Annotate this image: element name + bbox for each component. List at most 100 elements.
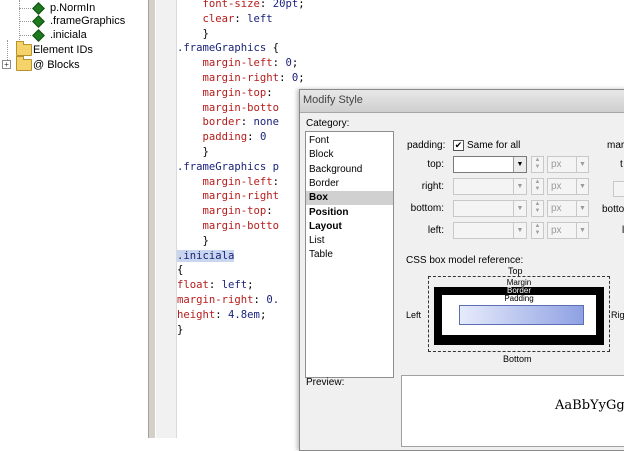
style-rule-icon xyxy=(32,15,45,28)
style-rule-icon xyxy=(32,29,45,42)
padding-top-spinner-icon[interactable]: ▲ ▼ xyxy=(531,156,544,173)
dropdown-arrow-icon[interactable]: ▼ xyxy=(576,157,588,172)
box-model-right-label: Rig xyxy=(611,310,624,320)
code-token: : xyxy=(208,279,222,292)
code-line[interactable]: border: none xyxy=(177,115,280,130)
code-line[interactable]: margin-left: xyxy=(177,175,280,190)
code-line[interactable]: font-size: 20pt; xyxy=(177,0,305,12)
category-item-list[interactable]: List xyxy=(306,234,393,248)
category-item-box[interactable]: Box xyxy=(306,191,393,206)
code-line[interactable]: margin-top: xyxy=(177,86,273,101)
code-token: font-size xyxy=(177,0,260,10)
preview-label: Preview: xyxy=(306,377,345,388)
code-token: ; xyxy=(291,57,299,70)
padding-top-input[interactable]: ▼ xyxy=(453,156,527,173)
code-token: { xyxy=(266,42,280,55)
padding-right-spinner-icon[interactable]: ▲ ▼ xyxy=(531,178,544,195)
code-token: : xyxy=(266,205,273,218)
box-model-margin-area: Margin Border Padding xyxy=(428,276,610,352)
checkmark-icon: ✔ xyxy=(454,140,463,150)
padding-right-label: right: xyxy=(421,181,444,192)
code-token: left xyxy=(247,12,273,25)
code-line[interactable]: padding: 0 xyxy=(177,130,267,145)
code-token: height xyxy=(177,308,216,321)
dropdown-arrow-icon[interactable]: ▼ xyxy=(513,157,526,172)
dropdown-arrow-icon[interactable]: ▼ xyxy=(576,201,588,216)
margin-label: marg xyxy=(607,140,624,151)
category-item-background[interactable]: Background xyxy=(306,163,393,177)
code-token: : xyxy=(215,308,229,321)
code-line[interactable]: margin-left: 0; xyxy=(177,56,299,71)
code-token: : xyxy=(247,131,260,144)
tree-item-label: .iniciala xyxy=(50,29,87,41)
padding-left-unit-select[interactable]: px ▼ xyxy=(547,222,589,239)
box-model-reference-label: CSS box model reference: xyxy=(406,255,524,266)
category-item-table[interactable]: Table xyxy=(306,248,393,262)
tree-item-blocks[interactable]: + @ Blocks xyxy=(0,56,148,73)
code-token: : xyxy=(240,116,254,129)
category-item-border[interactable]: Border xyxy=(306,177,393,191)
dialog-title: Modify Style xyxy=(303,94,363,106)
code-line[interactable]: clear: left xyxy=(177,12,273,27)
category-item-font[interactable]: Font xyxy=(306,134,393,148)
code-line[interactable]: } xyxy=(177,323,183,338)
same-for-all-checkbox[interactable]: ✔ xyxy=(453,140,464,151)
code-token: margin-botto xyxy=(177,220,280,232)
code-line[interactable]: .frameGraphics p xyxy=(177,160,279,175)
padding-right-unit-select[interactable]: px ▼ xyxy=(547,178,589,195)
folder-icon xyxy=(16,56,32,71)
expand-icon[interactable]: + xyxy=(2,60,11,69)
code-line[interactable]: .frameGraphics { xyxy=(177,41,279,56)
code-line[interactable]: margin-right xyxy=(177,189,280,204)
code-token: margin-right xyxy=(177,294,254,306)
padding-bottom-input[interactable]: ▼ xyxy=(453,200,527,217)
code-token: margin-left xyxy=(177,57,273,70)
dropdown-arrow-icon[interactable]: ▼ xyxy=(513,201,526,216)
code-token: : xyxy=(272,57,286,70)
box-model-padding-label: Padding xyxy=(504,294,534,303)
code-token: } xyxy=(177,27,209,40)
css-outline-tree: p.NormIn .frameGraphics .iniciala Elemen… xyxy=(0,0,148,438)
code-line[interactable]: margin-botto xyxy=(177,219,280,234)
dropdown-arrow-icon[interactable]: ▼ xyxy=(513,223,526,238)
code-line[interactable]: float: left; xyxy=(177,278,254,293)
padding-bottom-unit-select[interactable]: px ▼ xyxy=(547,200,589,217)
padding-bottom-spinner-icon[interactable]: ▲ ▼ xyxy=(531,200,544,217)
category-item-position[interactable]: Position xyxy=(306,206,393,220)
code-token: : xyxy=(253,294,267,306)
padding-top-label: top: xyxy=(427,159,444,170)
padding-left-spinner-icon[interactable]: ▲ ▼ xyxy=(531,222,544,239)
code-line[interactable]: height: 4.8em; xyxy=(177,308,266,323)
dialog-titlebar[interactable]: Modify Style xyxy=(300,90,624,113)
code-token: ; xyxy=(298,0,305,10)
padding-right-input[interactable]: ▼ xyxy=(453,178,527,195)
padding-left-input[interactable]: ▼ xyxy=(453,222,527,239)
category-list[interactable]: Font Block Background Border Box Position Layo… xyxy=(305,131,394,378)
panel-splitter[interactable] xyxy=(148,0,156,438)
code-line[interactable]: } xyxy=(177,27,209,42)
preview-box: AaBbYyGgL xyxy=(401,375,624,447)
code-line[interactable]: margin-right: 0. xyxy=(177,293,279,308)
code-line[interactable]: margin-botto xyxy=(177,101,280,116)
code-line[interactable]: .iniciala xyxy=(177,249,235,264)
code-token: margin-botto xyxy=(177,101,280,114)
padding-top-unit-select[interactable]: px ▼ xyxy=(547,156,589,173)
dropdown-arrow-icon[interactable]: ▼ xyxy=(576,223,588,238)
code-line[interactable]: } xyxy=(177,234,209,249)
category-item-layout[interactable]: Layout xyxy=(306,220,393,234)
folder-icon xyxy=(16,41,32,56)
margin-right-input[interactable] xyxy=(613,181,624,197)
tree-item-label: Element IDs xyxy=(33,44,93,56)
code-line[interactable]: { xyxy=(177,263,183,278)
code-line[interactable]: } xyxy=(177,145,209,160)
category-label: Category: xyxy=(306,118,350,129)
code-token: 0 xyxy=(259,131,267,144)
code-token: : xyxy=(279,72,292,84)
category-item-block[interactable]: Block xyxy=(306,148,393,162)
dropdown-arrow-icon[interactable]: ▼ xyxy=(513,179,526,194)
dropdown-arrow-icon[interactable]: ▼ xyxy=(576,179,588,194)
code-line[interactable]: margin-top: xyxy=(177,204,273,219)
unit-value: px xyxy=(551,203,562,214)
code-line[interactable]: margin-right: 0; xyxy=(177,71,305,86)
code-token: 20pt xyxy=(272,0,299,10)
